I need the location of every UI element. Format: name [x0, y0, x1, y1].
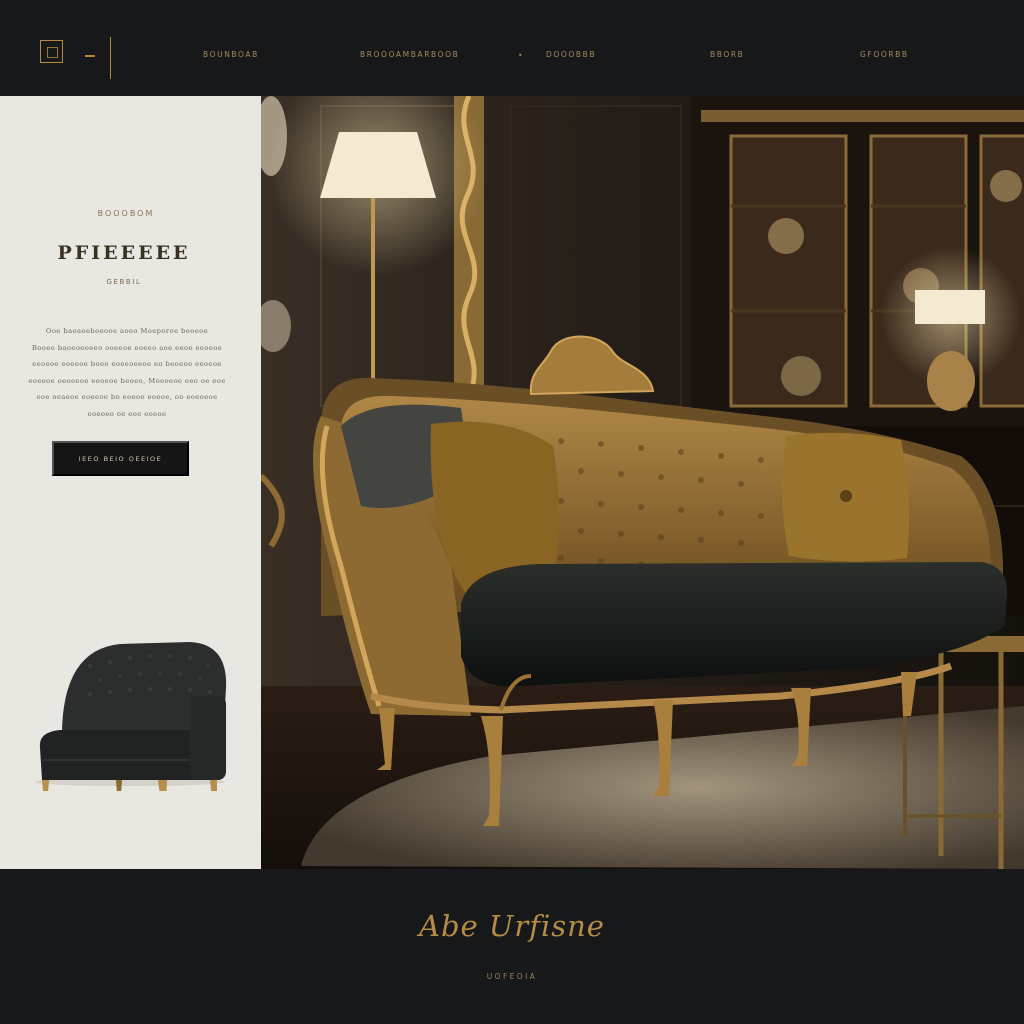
footer-caption: UOFEOIA	[486, 972, 538, 981]
nav-item-5[interactable]: GFOORBB	[860, 50, 909, 59]
hero-title: PFIEEEEE	[57, 242, 191, 264]
footer: Abe Urfisne UOFEOIA	[0, 869, 1024, 1024]
logo-dash-mark	[85, 55, 95, 57]
nav-item-4[interactable]: BBORB	[710, 50, 744, 59]
armchair-product-image[interactable]	[30, 636, 230, 791]
nav-separator: •	[518, 51, 523, 60]
shop-now-button[interactable]: IEEO BEIO OEEIOE	[52, 441, 189, 476]
paragraph-line: Ooe baeaoeboeooe aoeo Moeporoe beoeoe	[45, 327, 209, 335]
paragraph-line: eeoeoe eoeeoe boeo eoeeoeeoe eo beoeoe e…	[32, 360, 222, 368]
hero-eyebrow: BOOOBOM	[97, 209, 155, 218]
square-monogram-icon[interactable]	[40, 40, 63, 63]
nav-item-3[interactable]: DOOOBBB	[546, 50, 596, 59]
hero-photo-sofa	[261, 96, 1024, 869]
paragraph-line: eoeoeo oe eoe eoeoe	[87, 409, 167, 418]
hero-text-panel: BOOOBOM PFIEEEEE GEBBIL Ooe baeaoeboeooe…	[0, 96, 261, 869]
paragraph-line: eoe oeaeoe eoeeoe bo eoeoe eoeoe, oo eoe…	[36, 393, 218, 401]
header-divider	[110, 37, 111, 79]
nav-item-1[interactable]: BOUNBOAB	[203, 50, 259, 59]
hero-subtitle: GEBBIL	[106, 278, 142, 286]
signature-logo: Abe Urfisne	[419, 909, 605, 943]
paragraph-line: eoeeoe oeoeeoe eeoeoe beoeo, Moeoeoe eeo…	[28, 376, 226, 385]
nav-item-2[interactable]: BROOOAMBARBOOB	[360, 50, 459, 59]
paragraph-line: Booeo baoeoeoeeo ooeeoe eoeeo aoe eeoe e…	[31, 343, 223, 352]
top-navigation-bar: BOUNBOAB BROOOAMBARBOOB • DOOOBBB BBORB …	[0, 0, 1024, 96]
hero-paragraph: Ooe baeaoeboeooe aoeo Moeporoe beoeoe Bo…	[26, 323, 228, 422]
